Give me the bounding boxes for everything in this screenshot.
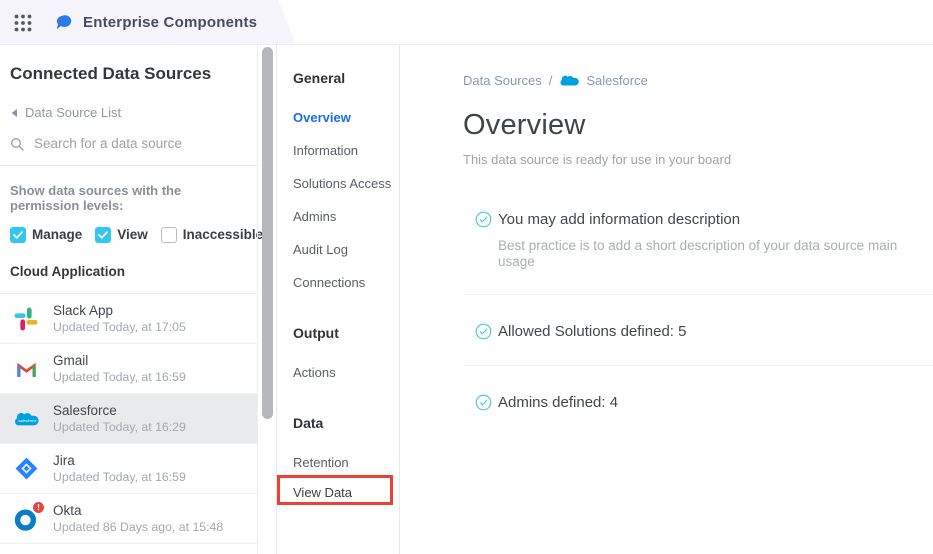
- filter-manage[interactable]: Manage: [10, 227, 82, 243]
- filter-inaccessible-label: Inaccessible: [183, 227, 263, 242]
- checklist-item-title: You may add information description: [498, 211, 933, 229]
- apps-grid-icon[interactable]: [13, 12, 34, 33]
- nav-section-data: Data: [293, 416, 399, 430]
- divider: [0, 165, 258, 166]
- data-source-updated: Updated Today, at 16:29: [53, 421, 186, 434]
- nav-item-connections[interactable]: Connections: [293, 276, 399, 289]
- svg-text:salesforce: salesforce: [18, 417, 37, 422]
- checklist-item-title: Allowed Solutions defined: 5: [498, 323, 933, 341]
- okta-icon: !: [12, 505, 40, 533]
- checklist-item-admins: Admins defined: 4: [463, 366, 933, 436]
- data-source-updated: Updated Today, at 16:59: [53, 471, 186, 484]
- check-circle-icon: [475, 394, 492, 411]
- data-source-updated: Updated Today, at 17:05: [53, 321, 186, 334]
- data-source-updated: Updated 86 Days ago, at 15:48: [53, 521, 223, 534]
- nav-section-output: Output: [293, 326, 399, 340]
- data-source-name: Jira: [53, 453, 186, 468]
- salesforce-icon: salesforce: [12, 405, 40, 433]
- scrollbar-track: [257, 45, 276, 554]
- data-source-name: Slack App: [53, 303, 186, 318]
- nav-section-general: General: [293, 71, 399, 85]
- data-source-updated: Updated Today, at 16:59: [53, 371, 186, 384]
- nav-item-overview[interactable]: Overview: [293, 111, 399, 124]
- nav-item-admins[interactable]: Admins: [293, 210, 399, 223]
- data-source-list: Slack App Updated Today, at 17:05 Gmail …: [0, 293, 258, 544]
- brand-logo-icon: [55, 13, 73, 31]
- gmail-icon: [12, 355, 40, 383]
- filter-inaccessible[interactable]: Inaccessible: [161, 227, 263, 243]
- scrollbar-thumb[interactable]: [262, 47, 273, 419]
- page-subtitle: This data source is ready for use in you…: [463, 152, 933, 167]
- check-circle-icon: [475, 211, 492, 228]
- panel-title: Connected Data Sources: [0, 45, 258, 84]
- filter-view-label: View: [117, 227, 148, 242]
- breadcrumb-separator: /: [549, 73, 553, 88]
- permission-filter-label: Show data sources with the permission le…: [10, 183, 250, 213]
- breadcrumb: Data Sources / Salesforce: [463, 72, 933, 88]
- checklist-item-description: You may add information description Best…: [463, 211, 933, 295]
- search-icon: [10, 137, 24, 151]
- nav-item-information[interactable]: Information: [293, 144, 399, 157]
- slack-icon: [12, 305, 40, 333]
- connected-data-sources-panel: Connected Data Sources Data Source List …: [0, 45, 277, 554]
- list-item-salesforce[interactable]: salesforce Salesforce Updated Today, at …: [0, 394, 258, 444]
- list-item-jira[interactable]: Jira Updated Today, at 16:59: [0, 444, 258, 494]
- search-input[interactable]: Search for a data source: [10, 136, 258, 151]
- checkbox-unchecked-icon[interactable]: [161, 227, 177, 243]
- section-title-cloud-application: Cloud Application: [10, 264, 258, 279]
- checklist-item-title: Admins defined: 4: [498, 394, 933, 412]
- readiness-checklist: You may add information description Best…: [463, 211, 933, 436]
- back-to-data-source-list[interactable]: Data Source List: [10, 105, 258, 120]
- checklist-item-solutions: Allowed Solutions defined: 5: [463, 295, 933, 366]
- search-placeholder: Search for a data source: [34, 136, 182, 151]
- data-source-name: Salesforce: [53, 403, 186, 418]
- data-source-name: Okta: [53, 503, 223, 518]
- list-item-okta[interactable]: ! Okta Updated 86 Days ago, at 15:48: [0, 494, 258, 544]
- breadcrumb-data-sources[interactable]: Data Sources: [463, 73, 542, 88]
- back-link-label: Data Source List: [25, 105, 121, 120]
- filter-manage-label: Manage: [32, 227, 82, 242]
- filter-view[interactable]: View: [95, 227, 148, 243]
- page-title: Overview: [463, 108, 933, 142]
- data-source-name: Gmail: [53, 353, 186, 368]
- jira-icon: [12, 455, 40, 483]
- settings-nav: General Overview Information Solutions A…: [277, 45, 400, 554]
- list-item-gmail[interactable]: Gmail Updated Today, at 16:59: [0, 344, 258, 394]
- nav-item-actions[interactable]: Actions: [293, 366, 399, 379]
- checklist-item-description-text: Best practice is to add a short descript…: [498, 238, 933, 270]
- nav-item-view-data[interactable]: View Data: [293, 486, 399, 499]
- checkbox-checked-icon[interactable]: [10, 227, 26, 243]
- breadcrumb-salesforce[interactable]: Salesforce: [586, 73, 647, 88]
- nav-item-retention[interactable]: Retention: [293, 456, 399, 469]
- app-title: Enterprise Components: [83, 14, 257, 31]
- main-content: Data Sources / Salesforce Overview This …: [400, 45, 933, 554]
- topbar: Enterprise Components: [0, 0, 933, 45]
- check-circle-icon: [475, 323, 492, 340]
- alert-badge: !: [32, 501, 45, 514]
- list-item-slack[interactable]: Slack App Updated Today, at 17:05: [0, 294, 258, 344]
- back-arrow-icon: [10, 108, 18, 118]
- salesforce-cloud-icon: [559, 74, 579, 87]
- checkbox-checked-icon[interactable]: [95, 227, 111, 243]
- nav-item-solutions-access[interactable]: Solutions Access: [293, 177, 399, 190]
- permission-filter-row: Manage View Inaccessible: [10, 226, 258, 243]
- nav-item-audit-log[interactable]: Audit Log: [293, 243, 399, 256]
